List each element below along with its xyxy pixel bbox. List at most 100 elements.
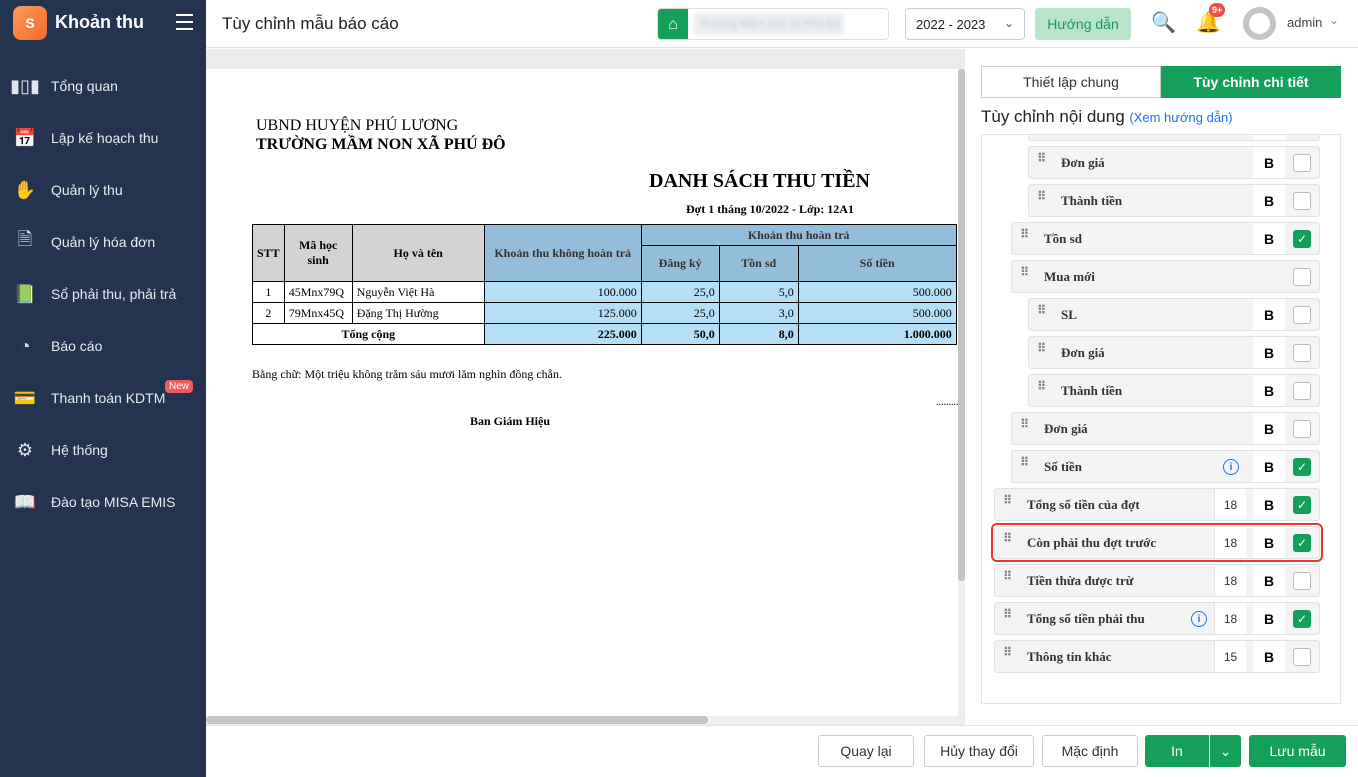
sidebar-item[interactable]: 🗎 Quản lý hóa đơn bbox=[0, 216, 206, 268]
bold-toggle[interactable]: B bbox=[1253, 185, 1285, 216]
bold-toggle[interactable]: B bbox=[1253, 565, 1285, 596]
field-row[interactable]: ⠿ Số tiền i B ✓ bbox=[1011, 450, 1320, 483]
bold-toggle[interactable]: B bbox=[1253, 337, 1285, 368]
drag-handle-icon[interactable]: ⠿ bbox=[1037, 152, 1047, 164]
drag-handle-icon[interactable]: ⠿ bbox=[1020, 228, 1030, 240]
avatar[interactable] bbox=[1243, 7, 1276, 40]
drag-handle-icon[interactable]: ⠿ bbox=[1003, 608, 1013, 620]
font-size-input[interactable]: 18 bbox=[1214, 565, 1246, 596]
drag-handle-icon[interactable]: ⠿ bbox=[1037, 380, 1047, 392]
show-checkbox[interactable] bbox=[1293, 648, 1311, 666]
show-checkbox[interactable] bbox=[1293, 268, 1311, 286]
field-row[interactable]: ⠿ Đơn giá B bbox=[1011, 412, 1320, 445]
bold-toggle[interactable]: B bbox=[1253, 489, 1285, 520]
drag-handle-icon[interactable]: ⠿ bbox=[1003, 646, 1013, 658]
bold-toggle[interactable]: B bbox=[1253, 299, 1285, 330]
guide-button[interactable]: Hướng dẫn bbox=[1035, 8, 1131, 40]
show-checkbox[interactable]: ✓ bbox=[1293, 496, 1311, 514]
sidebar-item[interactable]: 📗 Sổ phải thu, phải trả bbox=[0, 268, 206, 320]
field-row[interactable]: ⠿ SL B bbox=[1028, 298, 1320, 331]
sidebar-item-label: Tổng quan bbox=[51, 78, 118, 94]
preview-vertical-scrollbar[interactable] bbox=[958, 69, 965, 714]
bold-toggle[interactable]: B bbox=[1253, 641, 1285, 672]
sidebar-item[interactable]: ◔ Báo cáo bbox=[0, 320, 206, 372]
drag-handle-icon[interactable]: ⠿ bbox=[1003, 494, 1013, 506]
discard-changes-button[interactable]: Hủy thay đổi bbox=[924, 735, 1034, 767]
drag-handle-icon[interactable]: ⠿ bbox=[1037, 342, 1047, 354]
show-checkbox[interactable] bbox=[1293, 192, 1311, 210]
font-size-input[interactable]: 18 bbox=[1214, 489, 1246, 520]
font-size-input[interactable]: 15 bbox=[1214, 641, 1246, 672]
chevron-down-icon[interactable]: ⌄ bbox=[1329, 13, 1339, 27]
bold-toggle[interactable]: B bbox=[1253, 603, 1285, 634]
show-checkbox[interactable] bbox=[1293, 306, 1311, 324]
search-chart-icon[interactable]: 🔍 bbox=[1151, 10, 1176, 35]
info-icon[interactable]: i bbox=[1191, 611, 1207, 627]
bold-toggle[interactable]: B bbox=[1253, 527, 1285, 558]
show-checkbox[interactable] bbox=[1293, 420, 1311, 438]
field-row[interactable]: ⠿ Thành tiền B bbox=[1028, 374, 1320, 407]
show-checkbox[interactable] bbox=[1293, 154, 1311, 172]
school-year-select[interactable]: 2022 - 2023 ⌄ bbox=[905, 8, 1025, 40]
back-button[interactable]: Quay lại bbox=[818, 735, 914, 767]
show-checkbox[interactable] bbox=[1293, 572, 1311, 590]
print-options-chevron-icon[interactable]: ⌄ bbox=[1210, 735, 1241, 767]
print-button[interactable]: In bbox=[1145, 735, 1209, 767]
bold-toggle[interactable]: B bbox=[1253, 451, 1285, 482]
sidebar-item[interactable]: ✋ Quản lý thu bbox=[0, 164, 206, 216]
menu-toggle-icon[interactable] bbox=[176, 14, 193, 30]
col-header[interactable]: Khoản thu không hoàn trả bbox=[483, 224, 642, 282]
field-row[interactable]: ⠿ Còn phải thu đợt trước 18 B ✓ bbox=[991, 523, 1323, 562]
show-checkbox[interactable]: ✓ bbox=[1293, 534, 1311, 552]
show-checkbox[interactable]: ✓ bbox=[1293, 610, 1311, 628]
drag-handle-icon[interactable]: ⠿ bbox=[1020, 456, 1030, 468]
sidebar-item[interactable]: 📅 Lập kế hoạch thu bbox=[0, 112, 206, 164]
cell-nonrefund: 125.000 bbox=[483, 302, 642, 324]
field-row[interactable]: ⠿ Tổng số tiền phải thu i 18 B ✓ bbox=[994, 602, 1320, 635]
bold-toggle[interactable]: B bbox=[1253, 147, 1285, 178]
bold-toggle[interactable]: B bbox=[1253, 135, 1285, 140]
school-selector[interactable]: ⌂ Trường Mầm non xã Phú Đô bbox=[657, 8, 889, 40]
show-checkbox[interactable]: ✓ bbox=[1293, 230, 1311, 248]
field-row[interactable]: ⠿ Đơn giá B bbox=[1028, 336, 1320, 369]
field-row[interactable]: ⠿ Tổng số tiền của đợt 18 B ✓ bbox=[994, 488, 1320, 521]
tab-detail-customize[interactable]: Tùy chỉnh chi tiết bbox=[1161, 66, 1341, 98]
sidebar-item[interactable]: 💳 Thanh toán KDTM New bbox=[0, 372, 206, 424]
col-header[interactable]: Số tiền bbox=[797, 245, 957, 282]
col-header[interactable]: Đăng ký bbox=[640, 245, 720, 282]
drag-handle-icon[interactable]: ⠿ bbox=[1037, 304, 1047, 316]
drag-handle-icon[interactable]: ⠿ bbox=[1020, 418, 1030, 430]
font-size-input[interactable]: 18 bbox=[1214, 527, 1246, 558]
preview-horizontal-scrollbar[interactable] bbox=[206, 716, 958, 724]
field-row[interactable]: ⠿ Đơn giá B bbox=[1028, 146, 1320, 179]
drag-handle-icon[interactable]: ⠿ bbox=[1020, 266, 1030, 278]
sidebar-item[interactable]: ▮▯▮ Tổng quan bbox=[0, 60, 206, 112]
bold-toggle[interactable]: B bbox=[1253, 223, 1285, 254]
show-checkbox[interactable] bbox=[1293, 344, 1311, 362]
sidebar-item[interactable]: ⚙ Hệ thống bbox=[0, 424, 206, 476]
col-header-group[interactable]: Khoản thu hoàn trả bbox=[640, 224, 957, 246]
table-row: 2 79Mnx45Q Đặng Thị Hường 125.000 25,0 3,0 500… bbox=[252, 302, 957, 324]
field-row[interactable]: ⠿ Tiền thừa được trừ 18 B bbox=[994, 564, 1320, 597]
drag-handle-icon[interactable]: ⠿ bbox=[1003, 570, 1013, 582]
field-row[interactable]: ⠿ Thông tin khác 15 B bbox=[994, 640, 1320, 673]
font-size-input[interactable]: 18 bbox=[1214, 603, 1246, 634]
field-row[interactable]: ⠿SLB✓ bbox=[1028, 135, 1320, 141]
default-button[interactable]: Mặc định bbox=[1042, 735, 1138, 767]
drag-handle-icon[interactable]: ⠿ bbox=[1003, 532, 1013, 544]
info-icon[interactable]: i bbox=[1223, 459, 1239, 475]
bold-toggle[interactable]: B bbox=[1253, 375, 1285, 406]
user-name[interactable]: admin bbox=[1287, 15, 1322, 30]
field-row[interactable]: ⠿ Tồn sd B ✓ bbox=[1011, 222, 1320, 255]
sidebar-item[interactable]: 📖 Đào tạo MISA EMIS bbox=[0, 476, 206, 528]
bold-toggle[interactable]: B bbox=[1253, 413, 1285, 444]
field-row[interactable]: ⠿ Thành tiền B bbox=[1028, 184, 1320, 217]
col-header[interactable]: Tồn sd bbox=[718, 245, 799, 282]
guide-link[interactable]: (Xem hướng dẫn) bbox=[1129, 110, 1232, 125]
drag-handle-icon[interactable]: ⠿ bbox=[1037, 190, 1047, 202]
field-row[interactable]: ⠿ Mua mới bbox=[1011, 260, 1320, 293]
tab-general-settings[interactable]: Thiết lập chung bbox=[981, 66, 1161, 98]
show-checkbox[interactable]: ✓ bbox=[1293, 458, 1311, 476]
show-checkbox[interactable] bbox=[1293, 382, 1311, 400]
save-template-button[interactable]: Lưu mẫu bbox=[1249, 735, 1346, 767]
